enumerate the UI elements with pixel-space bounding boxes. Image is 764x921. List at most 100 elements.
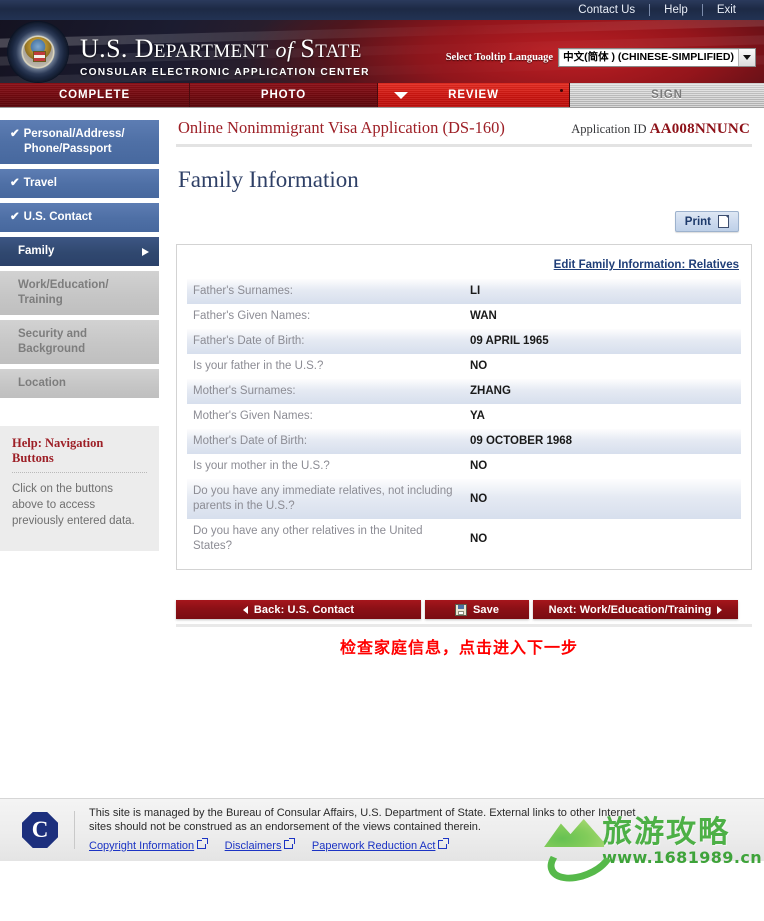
row-label: Mother's Given Names: xyxy=(187,404,464,429)
sidebar-item-family[interactable]: Family xyxy=(0,236,159,267)
sidebar-item-personal[interactable]: ✔ Personal/Address/ Phone/Passport xyxy=(0,119,159,165)
sidebar-item-us-contact[interactable]: ✔ U.S. Contact xyxy=(0,202,159,233)
edit-family-information-relatives-link[interactable]: Edit Family Information: Relatives xyxy=(554,259,739,271)
sidebar-item-location-label: Location xyxy=(18,377,66,389)
main-content: Online Nonimmigrant Visa Application (DS… xyxy=(159,108,764,658)
site-banner: U.S. DEPARTMENT of STATE CONSULAR ELECTR… xyxy=(0,20,764,83)
edit-link-row: Edit Family Information: Relatives xyxy=(187,253,741,279)
back-button-label: Back: U.S. Contact xyxy=(253,603,355,616)
copyright-information-link[interactable]: Copyright Information xyxy=(89,838,209,852)
sidebar-item-personal-label-line1: Personal/Address/ xyxy=(23,128,125,140)
help-panel: Help: Navigation Buttons Click on the bu… xyxy=(0,426,159,551)
chevron-down-icon[interactable] xyxy=(738,49,755,66)
wordmark-line1: U.S. DEPARTMENT of STATE xyxy=(80,34,362,63)
sidebar-item-work-education-label-line2: Training xyxy=(18,294,63,306)
sidebar-item-work-education-label-line1: Work/Education/ xyxy=(18,279,109,291)
table-row: Do you have any other relatives in the U… xyxy=(187,519,741,559)
navigation-button-bar: Back: U.S. Contact Save Next: Work/Educa… xyxy=(176,600,752,627)
help-link[interactable]: Help xyxy=(650,0,702,20)
tooltip-language-select[interactable]: 中文(简体 ) (CHINESE-SIMPLIFIED) xyxy=(558,48,756,67)
table-row: Mother's Given Names: YA xyxy=(187,404,741,429)
table-row: Father's Date of Birth: 09 APRIL 1965 xyxy=(187,329,741,354)
sidebar-item-travel[interactable]: ✔ Travel xyxy=(0,168,159,199)
sidebar-item-security-background[interactable]: Security and Background xyxy=(0,319,159,365)
exit-link[interactable]: Exit xyxy=(703,0,750,20)
row-value: LI xyxy=(464,279,741,304)
application-id-label: Application ID xyxy=(571,122,647,136)
row-label: Father's Surnames: xyxy=(187,279,464,304)
check-icon: ✔ xyxy=(10,177,20,189)
table-row: Is your mother in the U.S.? NO xyxy=(187,454,741,479)
row-value: ZHANG xyxy=(464,379,741,404)
check-icon: ✔ xyxy=(10,128,20,140)
row-value: 09 APRIL 1965 xyxy=(464,329,741,354)
footer-spacer xyxy=(0,658,764,798)
row-value: NO xyxy=(464,354,741,379)
tab-photo[interactable]: PHOTO xyxy=(190,83,378,107)
next-button[interactable]: Next: Work/Education/Training xyxy=(533,600,738,619)
print-button[interactable]: Print xyxy=(674,211,739,232)
paperwork-reduction-act-link[interactable]: Paperwork Reduction Act xyxy=(312,838,450,852)
row-value: 09 OCTOBER 1968 xyxy=(464,429,741,454)
sidebar-item-us-contact-label: U.S. Contact xyxy=(23,211,93,223)
tab-sign[interactable]: SIGN xyxy=(570,83,764,107)
wordmark-line2: CONSULAR ELECTRONIC APPLICATION CENTER xyxy=(80,67,370,78)
floppy-disk-icon xyxy=(454,603,467,616)
sidebar-item-work-education[interactable]: Work/Education/ Training xyxy=(0,270,159,316)
row-value: YA xyxy=(464,404,741,429)
page-root: Contact Us Help Exit U.S. DEPARTMENT of … xyxy=(0,0,764,921)
save-button-label: Save xyxy=(472,603,500,616)
help-panel-text: Click on the buttons above to access pre… xyxy=(12,483,135,527)
page-title: Family Information xyxy=(178,167,359,192)
tab-photo-label: PHOTO xyxy=(260,89,307,101)
table-row: Is your father in the U.S.? NO xyxy=(187,354,741,379)
utility-bar: Contact Us Help Exit xyxy=(0,0,764,20)
application-id: Application ID AA008NNUNC xyxy=(571,121,750,138)
back-button[interactable]: Back: U.S. Contact xyxy=(176,600,421,619)
footer-text-line2: sites should not be construed as an endo… xyxy=(89,821,481,833)
tooltip-language-value: 中文(简体 ) (CHINESE-SIMPLIFIED) xyxy=(563,51,734,63)
row-label: Do you have any other relatives in the U… xyxy=(187,519,464,559)
row-value: NO xyxy=(464,454,741,479)
print-row: Print xyxy=(176,211,752,232)
application-id-value: AA008NNUNC xyxy=(649,121,750,137)
tab-marker-dot-icon xyxy=(560,89,563,92)
table-row: Mother's Surnames: ZHANG xyxy=(187,379,741,404)
application-title: Online Nonimmigrant Visa Application (DS… xyxy=(178,118,505,137)
sidebar-nav: ✔ Personal/Address/ Phone/Passport ✔ Trave… xyxy=(0,108,159,551)
row-label: Is your mother in the U.S.? xyxy=(187,454,464,479)
document-icon xyxy=(718,215,729,228)
table-row: Do you have any immediate relatives, not… xyxy=(187,479,741,519)
row-label: Mother's Date of Birth: xyxy=(187,429,464,454)
disclaimers-link[interactable]: Disclaimers xyxy=(225,838,296,852)
footer-divider xyxy=(74,811,75,849)
application-header: Online Nonimmigrant Visa Application (DS… xyxy=(176,108,752,147)
family-information-table: Father's Surnames: LI Father's Given Nam… xyxy=(187,279,741,559)
us-dos-seal-icon xyxy=(8,22,68,82)
save-button[interactable]: Save xyxy=(425,600,529,619)
external-link-icon xyxy=(284,838,296,849)
footer-text-line1: This site is managed by the Bureau of Co… xyxy=(89,807,636,819)
tooltip-language-control[interactable]: Select Tooltip Language 中文(简体 ) (CHINESE… xyxy=(446,48,756,67)
tab-complete-label: COMPLETE xyxy=(58,89,131,101)
row-value: NO xyxy=(464,519,741,559)
sidebar-item-location[interactable]: Location xyxy=(0,368,159,399)
external-link-icon xyxy=(197,838,209,849)
arrow-right-icon xyxy=(142,247,149,256)
tab-sign-label: SIGN xyxy=(651,89,683,101)
row-label: Father's Given Names: xyxy=(187,304,464,329)
row-label: Is your father in the U.S.? xyxy=(187,354,464,379)
row-value: WAN xyxy=(464,304,741,329)
triangle-down-icon xyxy=(394,92,408,99)
check-icon: ✔ xyxy=(10,211,20,223)
tab-review[interactable]: REVIEW xyxy=(378,83,570,107)
row-label: Father's Date of Birth: xyxy=(187,329,464,354)
tooltip-language-label: Select Tooltip Language xyxy=(445,52,554,63)
tab-review-label: REVIEW xyxy=(448,89,499,101)
site-wordmark: U.S. DEPARTMENT of STATE CONSULAR ELECTR… xyxy=(80,34,370,79)
footer-links: Copyright Information Disclaimers Paperw… xyxy=(89,836,635,854)
tab-complete[interactable]: COMPLETE xyxy=(0,83,190,107)
sidebar-item-family-label: Family xyxy=(18,245,55,257)
contact-us-link[interactable]: Contact Us xyxy=(564,0,649,20)
consular-affairs-c-icon: C xyxy=(22,812,58,848)
